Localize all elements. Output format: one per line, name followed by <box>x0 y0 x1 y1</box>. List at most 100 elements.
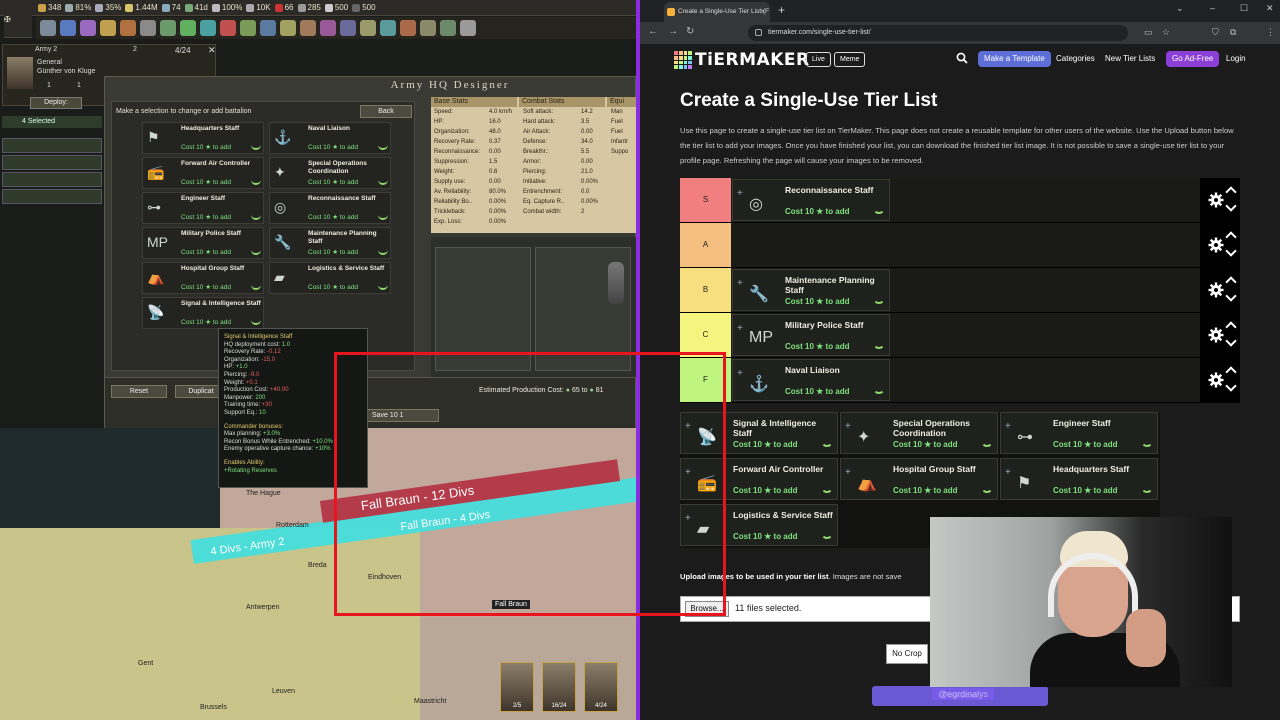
login-link[interactable]: Login <box>1226 51 1246 67</box>
battalion-option[interactable]: ✦ Special Operations Coordination Cost 10 … <box>269 157 391 189</box>
gear-icon[interactable] <box>1208 282 1224 298</box>
chevron-down-icon[interactable] <box>1225 335 1237 347</box>
gear-icon[interactable] <box>1208 327 1224 343</box>
map-place-label[interactable]: Breda <box>308 562 327 569</box>
browse-button[interactable]: Browse... <box>685 601 729 617</box>
shield-icon[interactable]: ⛉ <box>1212 27 1219 38</box>
chevron-down-icon[interactable] <box>1225 380 1237 392</box>
chevron-down-icon[interactable] <box>1225 200 1237 212</box>
tier-card[interactable]: + MP Military Police Staff Cost 10 ★ to add <box>732 314 890 356</box>
factory-icon[interactable] <box>340 20 356 36</box>
menu-dots-icon[interactable]: ⋮ <box>1266 27 1275 38</box>
tier-card[interactable]: + 📻 Forward Air Controller Cost 10 ★ to add <box>680 458 838 500</box>
gear-icon[interactable] <box>1208 192 1224 208</box>
logistics-icon[interactable] <box>180 20 196 36</box>
general-card[interactable]: 2/5 <box>500 662 534 712</box>
chevron-down-icon[interactable] <box>251 179 261 185</box>
chevron-down-icon[interactable] <box>378 144 388 150</box>
chevron-down-icon[interactable] <box>378 284 388 290</box>
forward-arrow-icon[interactable]: → <box>668 26 678 37</box>
construction-icon[interactable] <box>140 20 156 36</box>
fall-braun-label[interactable]: Fall Braun <box>492 600 530 609</box>
chevron-down-icon[interactable] <box>378 214 388 220</box>
navy-icon[interactable] <box>260 20 276 36</box>
tier-label[interactable]: C <box>680 313 731 357</box>
close-icon[interactable]: ✕ <box>208 45 216 56</box>
tier-card[interactable]: + ⚑ Headquarters Staff Cost 10 ★ to add <box>1000 458 1158 500</box>
new-tab-icon[interactable]: + <box>778 3 785 17</box>
close-window-icon[interactable]: ✕ <box>1266 3 1274 14</box>
settings-icon[interactable] <box>440 20 456 36</box>
battalion-option[interactable]: ⛺ Hospital Group Staff Cost 10 ★ to add <box>142 262 264 294</box>
production-icon[interactable] <box>120 20 136 36</box>
tier-label[interactable]: S <box>680 178 731 222</box>
chevron-down-icon[interactable] <box>378 249 388 255</box>
categories-link[interactable]: Categories <box>1056 51 1095 67</box>
resources-icon[interactable] <box>360 20 376 36</box>
resource-item[interactable]: 41d <box>184 3 208 12</box>
map-mode-icon[interactable] <box>300 20 316 36</box>
deploy-button[interactable]: Deploy: <box>30 97 82 109</box>
general-card[interactable]: 16/24 <box>542 662 576 712</box>
battalion-option[interactable]: 📡 Signal & Intelligence Staff Cost 10 ★ to… <box>142 297 264 329</box>
tab-tiermaker[interactable]: Create a Single-Use Tier List (F ✕ <box>664 2 770 22</box>
make-template-button[interactable]: Make a Template <box>978 51 1051 67</box>
resource-item[interactable]: 10K <box>246 3 271 12</box>
battalion-option[interactable]: ⊶ Engineer Staff Cost 10 ★ to add <box>142 192 264 224</box>
back-arrow-icon[interactable]: ← <box>648 26 658 37</box>
stats-header[interactable]: Combat Stats <box>519 97 605 107</box>
tier-card[interactable]: + ◎ Reconnaissance Staff Cost 10 ★ to add <box>732 179 890 221</box>
tiermaker-logo[interactable]: TiERMAKER <box>674 50 810 70</box>
url-field[interactable]: tiermaker.com/single-use-tier-list/ <box>748 25 1128 41</box>
resource-item[interactable]: 81% <box>65 3 91 12</box>
map-place-label[interactable]: Eindhoven <box>368 574 401 581</box>
resource-item[interactable]: 348 <box>38 3 61 12</box>
chevron-up-icon[interactable] <box>1225 321 1237 333</box>
chevron-down-icon[interactable]: ⌄ <box>1176 3 1184 14</box>
resource-item[interactable]: 500 <box>352 3 376 12</box>
go-adfree-button[interactable]: Go Ad-Free <box>1166 51 1220 67</box>
battalion-slot[interactable] <box>435 247 531 371</box>
stats-header[interactable]: Base Stats <box>431 97 517 107</box>
air-mission-icon[interactable] <box>380 20 396 36</box>
reset-button[interactable]: Reset <box>111 385 167 398</box>
save-button[interactable]: Save 10 1 <box>367 409 439 422</box>
tier-card[interactable]: + ⚓ Naval Liaison Cost 10 ★ to add <box>732 359 890 401</box>
battalion-option[interactable]: ▰ Logistics & Service Staff Cost 10 ★ to a… <box>269 262 391 294</box>
decisions-icon[interactable] <box>220 20 236 36</box>
battalion-option[interactable]: ◎ Reconnaissance Staff Cost 10 ★ to add <box>269 192 391 224</box>
close-tab-icon[interactable]: ✕ <box>759 2 766 22</box>
new-tier-lists-link[interactable]: New Tier Lists <box>1105 51 1155 67</box>
meme-button[interactable]: Meme <box>834 52 866 67</box>
selected-count[interactable]: 4 Selected <box>2 116 102 128</box>
battalion-option[interactable]: 📻 Forward Air Controller Cost 10 ★ to add <box>142 157 264 189</box>
map-place-label[interactable]: Leuven <box>272 688 295 695</box>
live-button[interactable]: Live <box>806 52 831 67</box>
tier-card[interactable]: + 📡 Signal & Intelligence Staff Cost 10 ★ t… <box>680 412 838 454</box>
tier-label[interactable]: A <box>680 223 731 267</box>
chevron-down-icon[interactable] <box>378 179 388 185</box>
chevron-down-icon[interactable] <box>251 214 261 220</box>
resource-item[interactable]: 500 <box>324 3 348 12</box>
cast-icon[interactable]: ▭ <box>1144 27 1153 38</box>
trade-icon[interactable] <box>100 20 116 36</box>
intelligence-icon[interactable] <box>200 20 216 36</box>
chevron-down-icon[interactable] <box>251 284 261 290</box>
general-card[interactable]: 4/24 <box>584 662 618 712</box>
map-place-label[interactable]: Gent <box>138 660 153 667</box>
speed-icon[interactable] <box>460 20 476 36</box>
map-place-label[interactable]: Brussels <box>200 704 227 711</box>
reload-icon[interactable]: ↻ <box>686 26 694 37</box>
resource-item[interactable]: 66 <box>274 3 294 12</box>
tier-card[interactable]: + ⊶ Engineer Staff Cost 10 ★ to add <box>1000 412 1158 454</box>
tier-card[interactable]: + ✦ Special Operations Coordination Cost 10… <box>840 412 998 454</box>
chevron-down-icon[interactable] <box>1225 290 1237 302</box>
no-crop-button[interactable]: No Crop <box>886 644 928 664</box>
resource-item[interactable]: 74 <box>161 3 181 12</box>
recruit-icon[interactable] <box>160 20 176 36</box>
chevron-down-icon[interactable] <box>251 144 261 150</box>
minimize-icon[interactable]: – <box>1210 3 1215 13</box>
resource-item[interactable]: 100% <box>211 3 242 12</box>
division-row[interactable] <box>2 155 102 170</box>
politics-icon[interactable] <box>40 20 56 36</box>
